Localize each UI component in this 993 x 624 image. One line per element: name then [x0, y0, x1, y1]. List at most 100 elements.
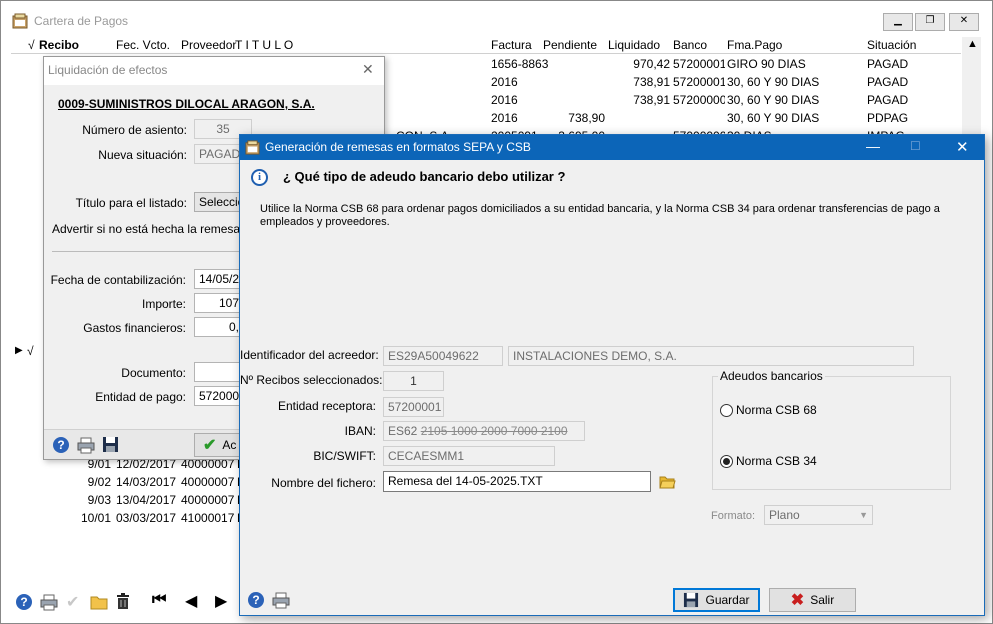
- radio-csb68[interactable]: Norma CSB 68: [720, 403, 817, 417]
- folder-open-icon[interactable]: [659, 475, 676, 489]
- cell-prov[interactable]: 40000007: [181, 473, 236, 491]
- cell-pendiente[interactable]: 738,90: [543, 109, 605, 127]
- cell-fecha[interactable]: 14/03/2017: [116, 473, 182, 491]
- scroll-up-icon[interactable]: ▲: [967, 38, 978, 50]
- fichero-input[interactable]: Remesa del 14-05-2025.TXT: [383, 471, 651, 492]
- remesas-app-icon: [245, 140, 260, 155]
- acreedor-name-field[interactable]: INSTALACIONES DEMO, S.A.: [508, 346, 914, 366]
- main-titlebar: Cartera de Pagos ▁ ❐ ✕: [1, 1, 992, 35]
- acreedor-id-field[interactable]: ES29A50049622: [383, 346, 503, 366]
- col-check[interactable]: √: [28, 37, 35, 53]
- maximize-button[interactable]: ❐: [915, 13, 945, 31]
- cell-titulo[interactable]: [396, 55, 490, 73]
- formato-chevron-icon: ▼: [859, 510, 868, 520]
- cell-sit[interactable]: PDPAG: [867, 109, 927, 127]
- cell-recibo[interactable]: 9/02: [39, 473, 111, 491]
- col-recibo[interactable]: Recibo: [39, 37, 79, 53]
- radio-csb68-circle[interactable]: [720, 403, 733, 417]
- remesas-close-icon[interactable]: ✕: [956, 138, 969, 156]
- check-icon[interactable]: ✔: [66, 592, 79, 612]
- liq-help-icon[interactable]: ?: [52, 436, 70, 454]
- cell-liquidado[interactable]: [608, 109, 670, 127]
- cell-fma[interactable]: GIRO 90 DIAS: [727, 55, 863, 73]
- iban-field[interactable]: ES62 2105 1000 2000 7000 2100: [383, 421, 585, 441]
- salir-button[interactable]: ✖ Salir: [769, 588, 856, 612]
- liq-save-icon[interactable]: [102, 436, 119, 453]
- delete-icon[interactable]: [115, 592, 131, 610]
- cell-banco[interactable]: 57200000: [673, 91, 725, 109]
- col-banco[interactable]: Banco: [673, 37, 707, 53]
- radio-csb34-circle[interactable]: [720, 454, 733, 468]
- col-factura[interactable]: Factura: [491, 37, 532, 53]
- remesas-minimize-icon[interactable]: —: [866, 138, 880, 154]
- liquidacion-close-icon[interactable]: ✕: [362, 61, 374, 78]
- entidad-receptora-field[interactable]: 57200001: [383, 397, 444, 417]
- bic-field[interactable]: CECAESMM1: [383, 446, 555, 466]
- cell-pendiente[interactable]: [543, 73, 605, 91]
- cell-fma[interactable]: 30, 60 Y 90 DIAS: [727, 73, 863, 91]
- col-pendiente[interactable]: Pendiente: [543, 37, 597, 53]
- cell-sit[interactable]: PAGAD: [867, 91, 927, 109]
- col-fmapago[interactable]: Fma.Pago: [727, 37, 782, 53]
- cell-liquidado[interactable]: 738,91: [608, 73, 670, 91]
- guardar-button[interactable]: Guardar: [673, 588, 760, 612]
- cell-prov[interactable]: 41000017: [181, 509, 236, 527]
- remesas-help-icon[interactable]: ?: [247, 591, 265, 609]
- cell-prov[interactable]: 40000007: [181, 491, 236, 509]
- cell-banco[interactable]: [673, 109, 725, 127]
- close-button[interactable]: ✕: [949, 13, 979, 31]
- documento-field[interactable]: [194, 362, 244, 382]
- entidad-pago-field[interactable]: 572000: [194, 386, 244, 406]
- cell-fma[interactable]: 30, 60 Y 90 DIAS: [727, 109, 863, 127]
- col-fecha[interactable]: Fec. Vcto.: [116, 37, 170, 53]
- guardar-save-icon: [684, 592, 699, 608]
- cell-liquidado[interactable]: 738,91: [608, 91, 670, 109]
- grid-bottom-rows: 9/0112/02/201740000007F9/0214/03/2017400…: [11, 455, 251, 527]
- col-situacion[interactable]: Situación: [867, 37, 916, 53]
- folder-icon[interactable]: [90, 594, 108, 610]
- cell-titulo[interactable]: [396, 91, 490, 109]
- next-record-icon[interactable]: ▶: [215, 591, 227, 611]
- cell-recibo[interactable]: 10/01: [39, 509, 111, 527]
- col-proveedor[interactable]: Proveedor: [181, 37, 236, 53]
- cell-factura[interactable]: 1656-8863: [491, 55, 551, 73]
- cell-liquidado[interactable]: 970,42: [608, 55, 670, 73]
- first-record-icon[interactable]: ⏮: [152, 591, 166, 609]
- importe-field[interactable]: 107: [194, 293, 244, 313]
- cell-sit[interactable]: PAGAD: [867, 55, 927, 73]
- cell-fecha[interactable]: 13/04/2017: [116, 491, 182, 509]
- cell-factura[interactable]: 2016: [491, 73, 551, 91]
- print-icon[interactable]: [40, 593, 58, 611]
- adeudos-group-title: Adeudos bancarios: [718, 369, 825, 383]
- cell-pendiente[interactable]: [543, 55, 605, 73]
- radio-csb34[interactable]: Norma CSB 34: [720, 454, 817, 468]
- cell-banco[interactable]: 57200001: [673, 73, 725, 91]
- recibos-label: Nº Recibos seleccionados:: [240, 373, 383, 387]
- gastos-field[interactable]: 0,: [194, 317, 244, 337]
- svg-text:?: ?: [57, 438, 64, 452]
- adeudos-group: Adeudos bancarios Norma CSB 68 Norma CSB…: [712, 369, 951, 490]
- liq-print-icon[interactable]: [77, 436, 95, 454]
- recibos-field[interactable]: 1: [383, 371, 444, 391]
- entidad-receptora-label: Entidad receptora:: [277, 399, 376, 413]
- cell-titulo[interactable]: [396, 109, 490, 127]
- previous-record-icon[interactable]: ◀: [185, 591, 197, 611]
- cell-pendiente[interactable]: [543, 91, 605, 109]
- cell-sit[interactable]: PAGAD: [867, 73, 927, 91]
- liquidacion-titlebar: Liquidación de efectos ✕: [44, 57, 384, 85]
- cell-recibo[interactable]: 9/03: [39, 491, 111, 509]
- svg-text:?: ?: [252, 593, 259, 607]
- cell-titulo[interactable]: [396, 73, 490, 91]
- cell-banco[interactable]: 57200001: [673, 55, 725, 73]
- fecha-field[interactable]: 14/05/20: [194, 269, 244, 289]
- col-titulo[interactable]: T I T U L O: [235, 37, 293, 53]
- minimize-button[interactable]: ▁: [883, 13, 913, 31]
- remesas-print-icon[interactable]: [272, 591, 290, 609]
- cell-factura[interactable]: 2016: [491, 91, 551, 109]
- cell-fma[interactable]: 30, 60 Y 90 DIAS: [727, 91, 863, 109]
- cell-fecha[interactable]: 03/03/2017: [116, 509, 182, 527]
- help-icon[interactable]: ?: [15, 593, 33, 611]
- cell-factura[interactable]: 2016: [491, 109, 551, 127]
- row-pointer-icon: ▶: [15, 345, 23, 356]
- col-liquidado[interactable]: Liquidado: [608, 37, 660, 53]
